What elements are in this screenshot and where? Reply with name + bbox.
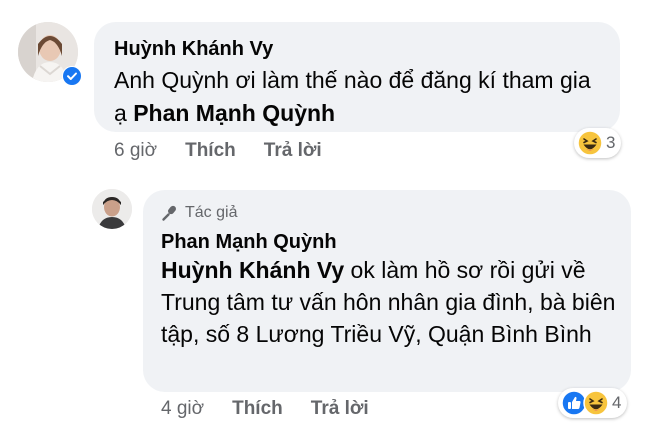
comment-text: Anh Quỳnh ơi làm thế nào để đăng kí tham… (114, 64, 594, 130)
like-button[interactable]: Thích (185, 140, 236, 162)
comment-timestamp[interactable]: 6 giờ (114, 140, 157, 162)
author-badge: Tác giả (161, 204, 237, 222)
reply-timestamp[interactable]: 4 giờ (161, 398, 204, 420)
reply-author-name[interactable]: Phan Mạnh Quỳnh (161, 231, 337, 254)
comment-reaction-count: 3 (606, 133, 616, 152)
comment-author-name[interactable]: Huỳnh Khánh Vy (114, 38, 273, 61)
reply-author-avatar[interactable] (92, 189, 132, 229)
reply-button[interactable]: Trả lời (264, 140, 322, 162)
reply-actions: 4 giờ Thích Trả lời (161, 398, 369, 420)
verified-badge-icon (62, 66, 82, 86)
like-button[interactable]: Thích (232, 398, 283, 420)
reply-reactions[interactable]: 4 (558, 388, 628, 418)
microphone-icon (162, 205, 176, 221)
author-badge-label: Tác giả (185, 204, 238, 221)
comment-actions: 6 giờ Thích Trả lời (114, 140, 322, 162)
comment-reactions[interactable]: 3 (574, 128, 622, 158)
reply-mention-link[interactable]: Huỳnh Khánh Vy (161, 257, 344, 283)
comment-mention-link[interactable]: Phan Mạnh Quỳnh (133, 100, 335, 126)
reply-text: Huỳnh Khánh Vy ok làm hồ sơ rồi gửi về T… (161, 254, 629, 350)
reply-button[interactable]: Trả lời (311, 398, 369, 420)
haha-icon (577, 130, 603, 156)
haha-icon (583, 390, 609, 416)
reply-reaction-count: 4 (612, 393, 622, 412)
